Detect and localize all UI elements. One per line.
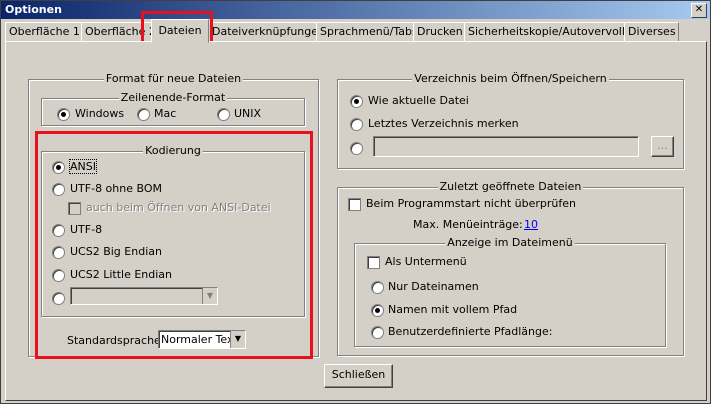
- tab-dateiverknuepfungen[interactable]: Dateiverknüpfungen: [208, 22, 325, 42]
- eol-mac-label[interactable]: Mac: [154, 107, 176, 120]
- default-language-value: Normaler Text: [161, 333, 238, 346]
- no-check-on-start-checkbox[interactable]: [348, 198, 361, 211]
- encoding-utf8-nobom-radio[interactable]: [52, 183, 65, 196]
- tab-drucken[interactable]: Drucken: [413, 22, 466, 42]
- file-menu-display-title: Anzeige im Dateimenü: [445, 236, 575, 249]
- encoding-ucs2-be-radio[interactable]: [52, 246, 65, 259]
- tab-oberflaeche-1[interactable]: Oberfläche 1: [5, 22, 82, 42]
- tab-oberflaeche-2[interactable]: Oberfläche 2: [81, 22, 156, 42]
- browse-button[interactable]: ...: [651, 136, 674, 157]
- tab-sprachmenue-tabs[interactable]: Sprachmenü/Tabs: [316, 22, 418, 42]
- options-dialog: Optionen ✕ Oberfläche 1 Oberfläche 2 Dat…: [0, 0, 711, 404]
- max-entries-link[interactable]: 10: [524, 218, 538, 231]
- as-submenu-checkbox[interactable]: [367, 256, 380, 269]
- chevron-down-icon: ▼: [202, 288, 217, 304]
- chevron-down-icon: ▼: [230, 331, 245, 348]
- tab-dateien[interactable]: Dateien: [151, 19, 209, 43]
- dir-custom-path-input[interactable]: [373, 136, 639, 157]
- only-filenames-label[interactable]: Nur Dateinamen: [388, 280, 479, 293]
- full-path-label[interactable]: Namen mit vollem Pfad: [388, 303, 517, 316]
- eol-mac-radio[interactable]: [137, 108, 150, 121]
- eol-unix-label[interactable]: UNIX: [234, 107, 261, 120]
- eol-group: Zeilenende-Format Windows Mac UNIX: [41, 91, 305, 126]
- file-menu-display-group: Anzeige im Dateimenü Als Untermenü Nur D…: [354, 236, 666, 347]
- window-title: Optionen: [5, 3, 62, 16]
- custom-path-length-radio[interactable]: [371, 326, 384, 339]
- title-bar[interactable]: Optionen ✕: [1, 1, 710, 19]
- directory-group: Verzeichnis beim Öffnen/Speichern Wie ak…: [337, 72, 684, 169]
- format-group: Format für neue Dateien Zeilenende-Forma…: [28, 72, 319, 357]
- custom-path-length-label[interactable]: Benutzerdefinierte Pfadlänge:: [388, 325, 552, 338]
- encoding-ucs2-le-radio[interactable]: [52, 269, 65, 282]
- eol-group-title: Zeilenende-Format: [118, 91, 228, 104]
- full-path-radio[interactable]: [371, 304, 384, 317]
- encoding-group: Kodierung ANSI UTF-8 ohne BOM auch beim …: [41, 144, 305, 317]
- default-language-label: Standardsprache: [67, 334, 161, 347]
- encoding-utf8-radio[interactable]: [52, 224, 65, 237]
- close-button[interactable]: Schließen: [324, 364, 393, 388]
- dir-remember-last-radio[interactable]: [350, 118, 363, 131]
- default-language-select[interactable]: Normaler Text ▼: [158, 330, 246, 349]
- dir-remember-last-label[interactable]: Letztes Verzeichnis merken: [368, 117, 519, 130]
- recent-files-group: Zuletzt geöffnete Dateien Beim Programms…: [337, 180, 684, 356]
- dir-same-as-file-radio[interactable]: [350, 95, 363, 108]
- encoding-utf8-label[interactable]: UTF-8: [70, 223, 102, 236]
- format-group-title: Format für neue Dateien: [103, 72, 244, 85]
- only-filenames-radio[interactable]: [371, 281, 384, 294]
- recent-files-group-title: Zuletzt geöffnete Dateien: [437, 180, 584, 193]
- tab-sicherheitskopie[interactable]: Sicherheitskopie/Autovervollst.: [464, 22, 638, 42]
- encoding-custom-radio[interactable]: [52, 292, 65, 305]
- ansi-open-label: auch beim Öffnen von ANSI-Datei: [86, 201, 271, 214]
- no-check-on-start-label[interactable]: Beim Programmstart nicht überprüfen: [366, 197, 576, 210]
- ansi-open-checkbox[interactable]: [68, 202, 81, 215]
- close-icon[interactable]: ✕: [691, 3, 707, 18]
- eol-windows-radio[interactable]: [57, 108, 70, 121]
- encoding-custom-select[interactable]: ▼: [70, 287, 218, 305]
- as-submenu-label[interactable]: Als Untermenü: [385, 255, 467, 268]
- tab-diverses[interactable]: Diverses: [624, 22, 679, 42]
- eol-windows-label[interactable]: Windows: [75, 107, 124, 120]
- encoding-group-title: Kodierung: [143, 144, 203, 157]
- encoding-ansi-radio[interactable]: [52, 161, 65, 174]
- eol-unix-radio[interactable]: [217, 108, 230, 121]
- encoding-ansi-label[interactable]: ANSI: [69, 159, 97, 174]
- encoding-utf8-nobom-label[interactable]: UTF-8 ohne BOM: [70, 182, 162, 195]
- dir-same-as-file-label[interactable]: Wie aktuelle Datei: [368, 94, 469, 107]
- tab-panel-dateien: Format für neue Dateien Zeilenende-Forma…: [5, 41, 707, 401]
- dir-custom-radio[interactable]: [350, 142, 363, 155]
- encoding-ucs2-be-label[interactable]: UCS2 Big Endian: [70, 245, 162, 258]
- max-entries-label: Max. Menüeinträge:: [413, 218, 523, 231]
- directory-group-title: Verzeichnis beim Öffnen/Speichern: [412, 72, 609, 85]
- encoding-ucs2-le-label[interactable]: UCS2 Little Endian: [70, 268, 172, 281]
